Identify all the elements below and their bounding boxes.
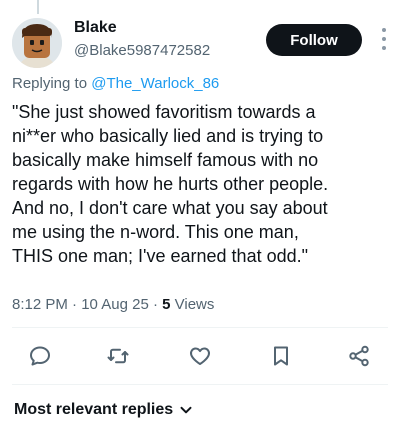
reply-icon[interactable] [26, 342, 54, 370]
replies-sort-label: Most relevant replies [14, 401, 174, 418]
avatar-image [12, 18, 62, 68]
author-handle[interactable]: @Blake5987472582 [74, 41, 210, 61]
tweet-actions-bar [0, 342, 400, 370]
retweet-icon[interactable] [104, 342, 132, 370]
tweet-text: "She just showed favoritism towards a ni… [12, 102, 329, 266]
meta-separator: · [67, 296, 82, 313]
divider [12, 384, 388, 385]
tweet-date[interactable]: 10 Aug 25 [81, 296, 149, 313]
replying-to-line: Replying to @The_Warlock_86 [12, 74, 219, 94]
bookmark-icon[interactable] [267, 342, 295, 370]
replying-to-prefix: Replying to [12, 75, 92, 92]
share-icon[interactable] [345, 342, 373, 370]
tweet-time[interactable]: 8:12 PM [12, 296, 68, 313]
author-display-name[interactable]: Blake [74, 18, 210, 38]
divider [12, 327, 388, 328]
replies-sort-dropdown[interactable]: Most relevant replies [14, 400, 193, 420]
thread-connector-line [37, 0, 39, 14]
tweet-header: Blake @Blake5987472582 Follow [12, 14, 388, 70]
tweet-detail-page: Blake @Blake5987472582 Follow Replying t… [0, 0, 400, 429]
more-options-icon[interactable] [380, 28, 388, 50]
author-names: Blake @Blake5987472582 [74, 18, 210, 61]
meta-separator: · [148, 296, 163, 313]
like-icon[interactable] [186, 342, 214, 370]
tweet-meta: 8:12 PM · 10 Aug 25 · 5 Views [12, 295, 214, 315]
avatar[interactable] [12, 18, 62, 68]
views-label: Views [170, 296, 215, 313]
replying-to-mention-link[interactable]: @The_Warlock_86 [91, 75, 219, 92]
follow-button[interactable]: Follow [266, 24, 362, 56]
chevron-down-icon [180, 406, 192, 414]
